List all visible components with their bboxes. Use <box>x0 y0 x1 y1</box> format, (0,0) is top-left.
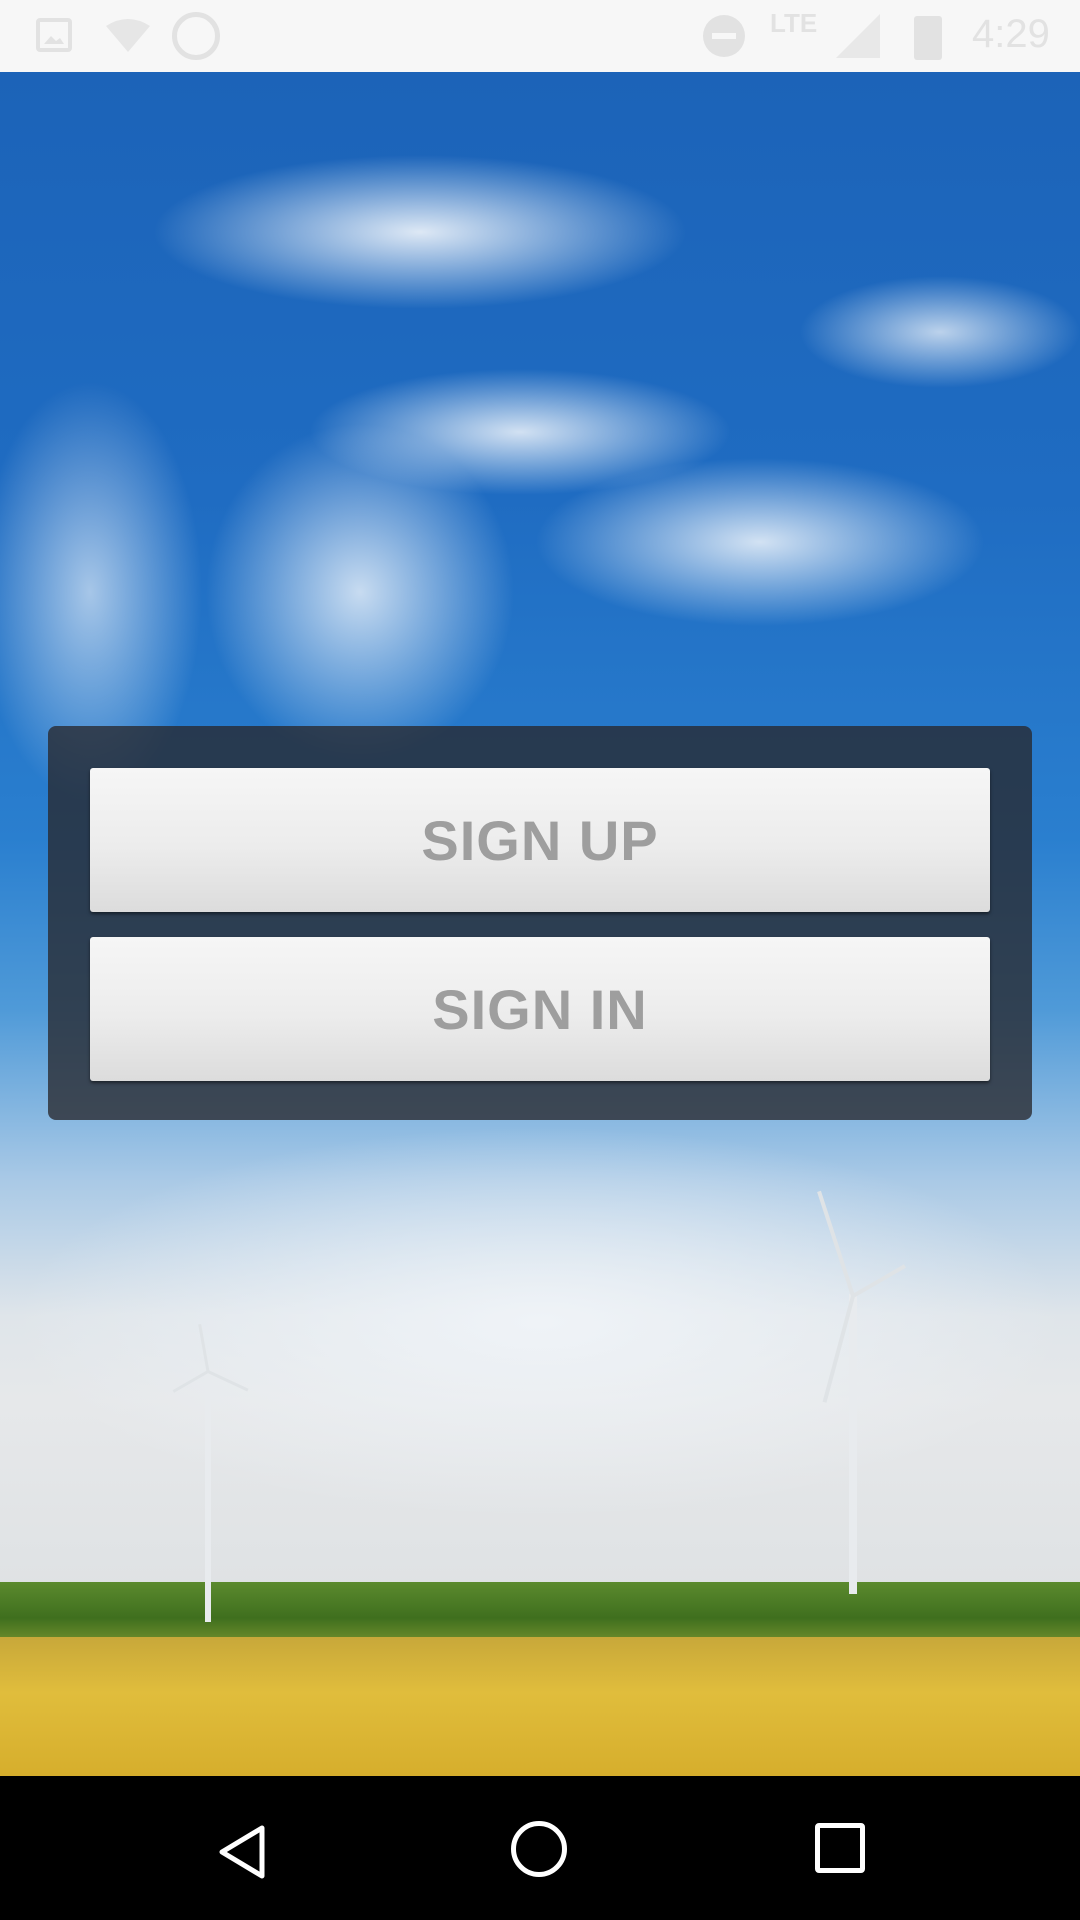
network-type: LTE <box>770 8 818 38</box>
do-not-disturb-icon <box>703 15 745 57</box>
navigation-bar <box>0 1776 1080 1920</box>
signal-icon <box>836 14 880 58</box>
recents-icon[interactable] <box>815 1823 865 1873</box>
status-bar: LTE 4:29 <box>0 0 1080 72</box>
wifi-icon <box>104 18 152 54</box>
clock: 4:29 <box>972 12 1050 56</box>
battery-icon <box>914 16 942 60</box>
back-icon[interactable] <box>216 1824 268 1880</box>
sign-in-button[interactable]: SIGN IN <box>90 937 990 1081</box>
home-icon[interactable] <box>511 1821 567 1877</box>
grass-strip <box>0 1582 1080 1642</box>
sign-up-button[interactable]: SIGN UP <box>90 768 990 912</box>
wheat-field <box>0 1637 1080 1776</box>
whatsapp-icon <box>172 12 220 60</box>
image-icon <box>36 18 72 52</box>
